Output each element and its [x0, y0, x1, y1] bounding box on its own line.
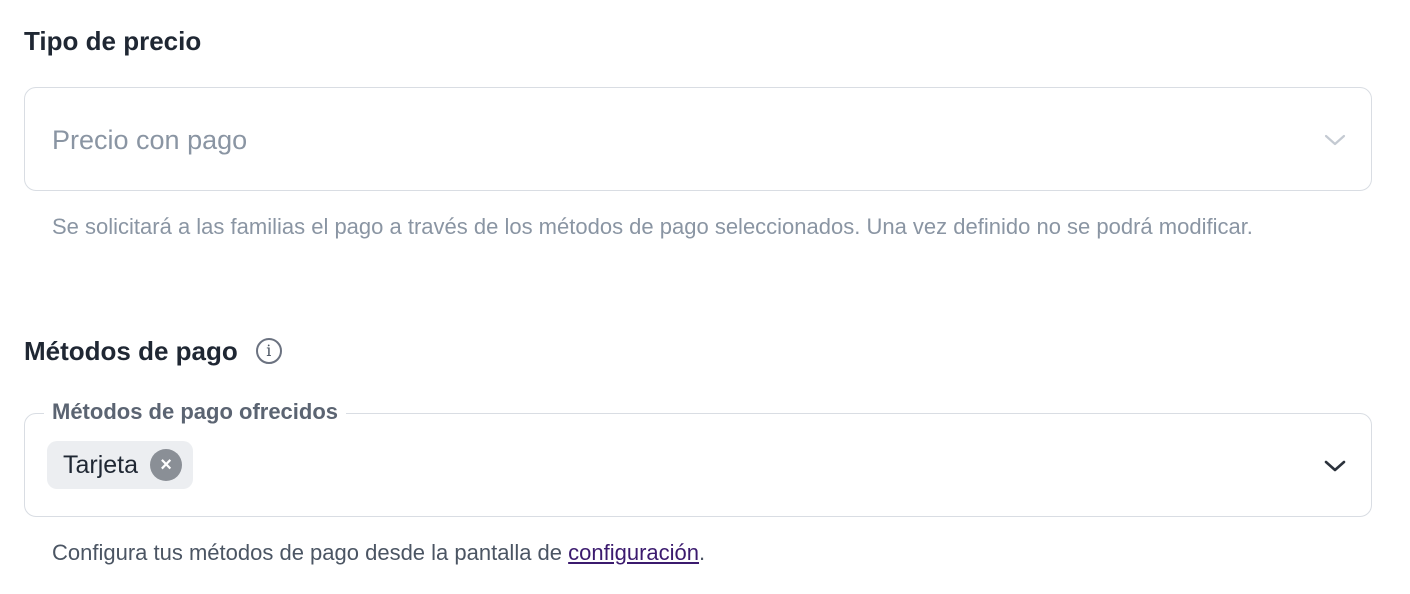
- payment-methods-helper-prefix: Configura tus métodos de pago desde la p…: [52, 540, 569, 565]
- payment-methods-multiselect[interactable]: Tarjeta ×: [24, 413, 1372, 517]
- payment-methods-title: Métodos de pago: [24, 336, 238, 366]
- payment-method-chip: Tarjeta ×: [47, 441, 194, 489]
- chevron-down-icon: [1323, 128, 1347, 152]
- close-icon[interactable]: ×: [150, 449, 183, 481]
- settings-link[interactable]: configuración: [568, 540, 699, 565]
- payment-method-chip-label: Tarjeta: [63, 450, 139, 479]
- chevron-down-icon[interactable]: [1323, 454, 1347, 478]
- price-type-select[interactable]: Precio con pago: [24, 87, 1372, 191]
- payment-methods-heading: Métodos de pago i: [24, 338, 282, 364]
- payment-methods-helper-text: Configura tus métodos de pago desde la p…: [52, 534, 705, 571]
- price-type-helper-text: Se solicitará a las familias el pago a t…: [52, 214, 1253, 239]
- info-icon[interactable]: i: [255, 338, 282, 364]
- price-type-title: Tipo de precio: [24, 26, 202, 56]
- payment-methods-field-label: Métodos de pago ofrecidos: [44, 397, 347, 427]
- payment-methods-helper-suffix: .: [699, 540, 706, 565]
- price-type-select-value: Precio con pago: [52, 125, 248, 155]
